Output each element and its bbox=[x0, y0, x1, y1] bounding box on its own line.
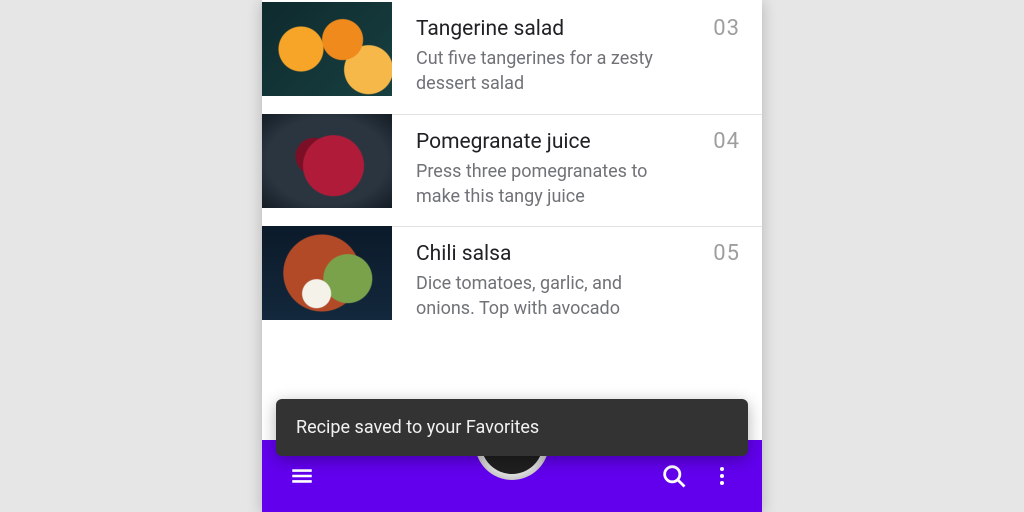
menu-button[interactable] bbox=[282, 456, 322, 496]
recipe-thumbnail bbox=[262, 114, 392, 208]
list-item[interactable]: Pomegranate juice Press three pomegranat… bbox=[262, 114, 762, 226]
recipe-thumbnail bbox=[262, 226, 392, 320]
list-item-body: Tangerine salad Cut five tangerines for … bbox=[392, 2, 762, 114]
recipe-number: 04 bbox=[713, 129, 740, 226]
recipe-title: Pomegranate juice bbox=[416, 129, 703, 155]
snackbar[interactable]: Recipe saved to your Favorites bbox=[276, 399, 748, 456]
recipe-title: Chili salsa bbox=[416, 241, 703, 267]
list-item[interactable]: Tangerine salad Cut five tangerines for … bbox=[262, 2, 762, 114]
app-frame: Tangerine salad Cut five tangerines for … bbox=[262, 0, 762, 512]
list-item-body: Chili salsa Dice tomatoes, garlic, and o… bbox=[392, 226, 762, 338]
snackbar-message: Recipe saved to your Favorites bbox=[296, 417, 539, 438]
recipe-number: 03 bbox=[713, 16, 740, 114]
recipe-subtitle: Press three pomegranates to make this ta… bbox=[416, 159, 676, 209]
recipe-title: Tangerine salad bbox=[416, 16, 703, 42]
menu-icon bbox=[289, 463, 315, 489]
more-vert-icon bbox=[710, 464, 734, 488]
recipe-subtitle: Dice tomatoes, garlic, and onions. Top w… bbox=[416, 271, 676, 321]
more-button[interactable] bbox=[702, 456, 742, 496]
list-item-body: Pomegranate juice Press three pomegranat… bbox=[392, 114, 762, 226]
recipe-list: Tangerine salad Cut five tangerines for … bbox=[262, 0, 762, 338]
recipe-number: 05 bbox=[713, 241, 740, 338]
search-icon bbox=[660, 462, 688, 490]
recipe-subtitle: Cut five tangerines for a zesty dessert … bbox=[416, 46, 676, 96]
recipe-thumbnail bbox=[262, 2, 392, 96]
list-item[interactable]: Chili salsa Dice tomatoes, garlic, and o… bbox=[262, 226, 762, 338]
search-button[interactable] bbox=[654, 456, 694, 496]
